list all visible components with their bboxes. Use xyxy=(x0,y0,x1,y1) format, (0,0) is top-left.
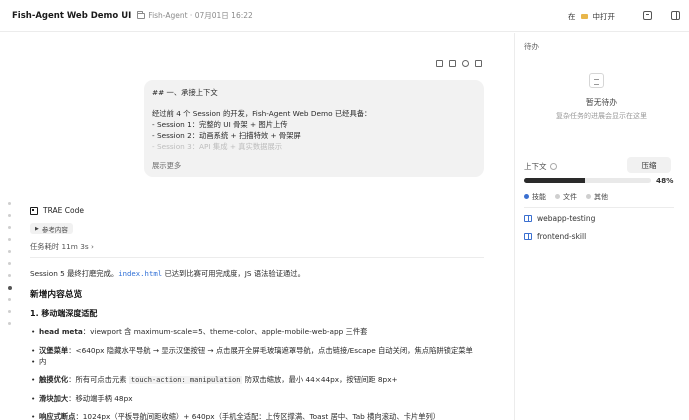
legend-swatch xyxy=(555,194,560,199)
list-item-text: 内 xyxy=(39,357,47,366)
open-in-button[interactable]: 在 中打开 xyxy=(562,8,621,25)
section-heading: 新增内容总览 xyxy=(30,290,83,300)
open-in-prefix: 在 xyxy=(568,12,576,21)
list-item-continued: 内 xyxy=(30,356,490,367)
scroll-dot[interactable] xyxy=(8,202,11,205)
task-duration[interactable]: 任务耗时 11m 3s › xyxy=(30,242,94,252)
open-in-suffix: 中打开 xyxy=(592,12,616,21)
list-item-text: ：移动端手柄 48px xyxy=(68,394,133,403)
split-panel-icon[interactable] xyxy=(671,11,680,20)
skill-item-webapp-testing[interactable]: webapp-testing xyxy=(524,214,595,223)
intro-paragraph: Session 5 最终打磨完成。index.html 已达到比赛可用完成度，J… xyxy=(30,268,305,279)
trae-logo-icon xyxy=(30,206,38,215)
context-legend: 技能 文件 其他 xyxy=(524,192,608,202)
list-item-text: ：1024px（平板导航间距收缩）+ 640px（手机全适配：上传区撑满、Toa… xyxy=(75,412,441,420)
message-line: - Session 3：API 集成 + 真实数据展示 xyxy=(152,141,283,151)
thumbs-down-icon[interactable] xyxy=(449,60,456,67)
list-item: 触摸优化：所有可点击元素 touch-action: manipulation … xyxy=(30,374,490,386)
legend-label: 技能 xyxy=(532,193,546,201)
edit-icon[interactable] xyxy=(475,60,482,67)
right-sidebar: 待办 xyxy=(514,33,689,420)
show-more-link[interactable]: 展示更多 xyxy=(152,161,181,171)
context-progress-bar xyxy=(524,178,651,183)
list-item-term: 汉堡菜单 xyxy=(39,346,69,355)
file-link[interactable]: index.html xyxy=(118,269,162,278)
reference-chip[interactable]: ▶ 参考内容 xyxy=(30,223,73,234)
message-line: - Session 2：动画系统 + 扫描特效 + 骨架屏 xyxy=(152,130,301,140)
legend-swatch xyxy=(524,194,529,199)
context-progress-value: 48% xyxy=(656,176,674,185)
folder-icon xyxy=(137,10,146,19)
scroll-dot[interactable] xyxy=(8,250,11,253)
message-line: 经过前 4 个 Session 的开发，Fish-Agent Web Demo … xyxy=(152,109,372,119)
intro-text: Session 5 最终打磨完成。 xyxy=(30,269,119,278)
user-message-bubble: ## 一、承接上下文 经过前 4 个 Session 的开发，Fish-Agen… xyxy=(144,80,484,177)
list-item-text: ：所有可点击元素 xyxy=(68,375,129,384)
context-label: 上下文 xyxy=(524,161,557,172)
todo-heading: 待办 xyxy=(524,42,539,51)
list-item-term: 触摸优化 xyxy=(39,375,69,384)
inline-code: touch-action: manipulation xyxy=(128,376,243,384)
divider xyxy=(524,207,674,208)
legend-label: 其他 xyxy=(594,193,608,201)
caret-right-icon: ▶ xyxy=(35,225,39,232)
message-line: ## 一、承接上下文 xyxy=(152,88,218,97)
info-icon[interactable] xyxy=(549,163,557,170)
message-actions xyxy=(436,60,482,67)
legend-item-skills: 技能 xyxy=(524,192,546,202)
skill-item-frontend-skill[interactable]: frontend-skill xyxy=(524,232,586,241)
list-item-text: ：<640px 隐藏水平导航 → 显示汉堡按钮 → 点击展开全屏毛玻璃遮罩导航，… xyxy=(68,346,473,355)
legend-swatch xyxy=(586,194,591,199)
reference-chip-label: 参考内容 xyxy=(41,225,68,234)
context-label-text: 上下文 xyxy=(524,162,547,171)
task-duration-label: 任务耗时 11m 3s xyxy=(30,242,89,251)
list-item-term: head meta xyxy=(39,327,83,336)
scroll-dot-active[interactable] xyxy=(7,286,12,290)
list-item: 汉堡菜单：<640px 隐藏水平导航 → 显示汉堡按钮 → 点击展开全屏毛玻璃遮… xyxy=(30,345,490,356)
window-subtitle: Fish-Agent · 07月01日 16:22 xyxy=(148,11,253,20)
window-title: Fish-Agent Web Demo UI xyxy=(12,10,132,21)
book-icon xyxy=(524,215,532,222)
scroll-dot[interactable] xyxy=(8,262,11,265)
todo-empty-description: 复杂任务的进展会显示在这里 xyxy=(556,112,647,120)
list-item: 响应式断点：1024px（平板导航间距收缩）+ 640px（手机全适配：上传区撑… xyxy=(30,411,490,420)
skill-label: webapp-testing xyxy=(537,214,596,223)
scroll-dot[interactable] xyxy=(8,238,11,241)
chat-panel: ## 一、承接上下文 经过前 4 个 Session 的开发，Fish-Agen… xyxy=(0,33,514,420)
skill-label: frontend-skill xyxy=(537,232,587,241)
layout-icon[interactable] xyxy=(643,11,652,20)
scroll-dot[interactable] xyxy=(8,322,11,325)
context-progress-fill xyxy=(524,178,585,183)
divider xyxy=(30,257,484,258)
scroll-dot[interactable] xyxy=(8,226,11,229)
subsection-heading: 1. 移动端深度适配 xyxy=(30,309,98,318)
book-icon xyxy=(524,233,532,240)
legend-item-files: 文件 xyxy=(555,192,577,202)
scroll-dot[interactable] xyxy=(8,310,11,313)
assistant-name: TRAE Code xyxy=(43,206,84,215)
list-item: 滑块加大：移动端手柄 48px xyxy=(30,393,490,404)
chevron-right-icon: › xyxy=(91,242,94,251)
list-item: head meta：viewport 含 maximum-scale=5、the… xyxy=(30,326,490,337)
list-item-term: 滑块加大 xyxy=(39,394,69,403)
assistant-header: TRAE Code xyxy=(30,206,84,215)
message-line xyxy=(152,99,476,110)
list-item-term: 响应式断点 xyxy=(39,412,76,420)
scroll-dot[interactable] xyxy=(8,298,11,301)
folder-icon xyxy=(580,14,588,19)
intro-text: 已达到比赛可用完成度，JS 语法验证通过。 xyxy=(162,269,305,278)
list-item-text: 防双击缩放，最小 44×44px，按钮间距 8px+ xyxy=(242,375,398,384)
scroll-dot[interactable] xyxy=(8,214,11,217)
list-item-text: ：viewport 含 maximum-scale=5、theme-color、… xyxy=(82,327,368,336)
message-line: - Session 1：完整的 UI 骨架 + 图片上传 xyxy=(152,120,288,130)
legend-item-other: 其他 xyxy=(586,192,608,202)
todo-empty-title: 暂无待办 xyxy=(585,98,618,107)
compress-button[interactable]: 压缩 xyxy=(627,157,671,173)
todo-empty-icon xyxy=(589,73,604,88)
thumbs-up-icon[interactable] xyxy=(436,60,443,67)
copy-icon[interactable] xyxy=(462,60,469,67)
scroll-dot[interactable] xyxy=(8,274,11,277)
legend-label: 文件 xyxy=(563,193,577,201)
